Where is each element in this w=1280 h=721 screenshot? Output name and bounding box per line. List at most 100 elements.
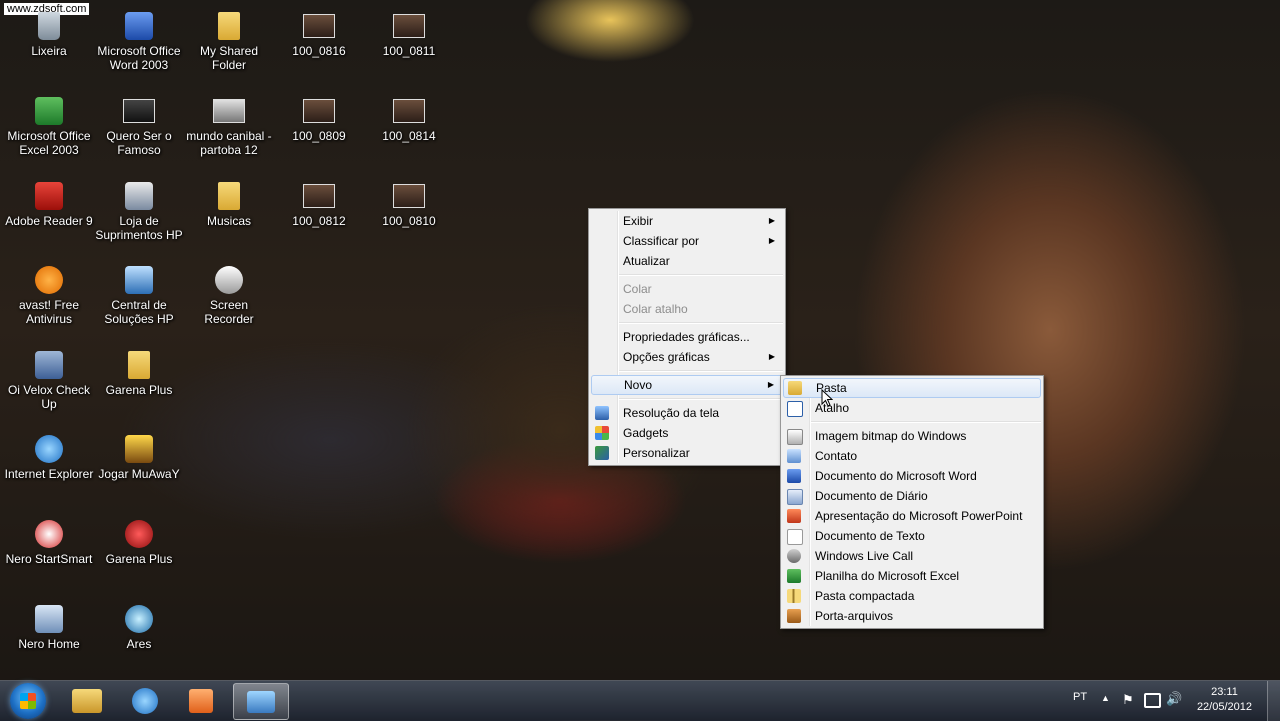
menu-item-contato[interactable]: Contato <box>783 446 1041 466</box>
photo-thumbnail-icon <box>393 95 425 127</box>
taskbar-ie-button[interactable] <box>118 683 172 718</box>
menu-item-resolucao-tela[interactable]: Resolução da tela <box>591 403 783 423</box>
clock-time: 23:11 <box>1211 686 1238 698</box>
desktop-icon-label: 100_0816 <box>292 44 346 58</box>
desktop-icon-label: 100_0814 <box>382 129 436 143</box>
menu-item-apresentacao-powerpoint[interactable]: Apresentação do Microsoft PowerPoint <box>783 506 1041 526</box>
taskbar-active-app-button[interactable] <box>233 683 289 720</box>
desktop-icon-label: Oi Velox Check Up <box>7 383 91 411</box>
explorer-icon <box>72 688 102 713</box>
menu-item-novo[interactable]: Novo ▶ <box>591 375 783 395</box>
desktop-icon-label: Adobe Reader 9 <box>5 214 93 228</box>
desktop-icon-label: 100_0809 <box>292 129 346 143</box>
menu-item-opcoes-graficas[interactable]: Opções gráficas ▶ <box>591 347 783 367</box>
desktop-icon-excel[interactable]: Microsoft Office Excel 2003 <box>4 95 94 157</box>
screen-recorder-icon <box>213 264 245 296</box>
desktop-icon-avast[interactable]: avast! Free Antivirus <box>4 264 94 326</box>
desktop-icon-garena-plus[interactable]: Garena Plus <box>94 518 184 566</box>
desktop-icon-screen-recorder[interactable]: Screen Recorder <box>184 264 274 326</box>
language-indicator[interactable]: PT <box>1073 691 1087 703</box>
submenu-arrow-icon: ▶ <box>768 236 775 245</box>
word-doc-icon <box>787 469 801 483</box>
desktop-icon-100-0810[interactable]: 100_0810 <box>364 180 454 228</box>
desktop-icon-lixeira[interactable]: Lixeira <box>4 10 94 58</box>
menu-item-porta-arquivos[interactable]: Porta-arquivos <box>783 606 1041 626</box>
desktop-icon-muaway[interactable]: Jogar MuAwaY <box>94 433 184 481</box>
desktop-icon-oi-velox[interactable]: Oi Velox Check Up <box>4 349 94 411</box>
taskbar-explorer-button[interactable] <box>60 683 114 718</box>
desktop-icon-nero-startsmart[interactable]: Nero StartSmart <box>4 518 94 566</box>
desktop-icon-label: 100_0810 <box>382 214 436 228</box>
menu-item-documento-word[interactable]: Documento do Microsoft Word <box>783 466 1041 486</box>
action-center-flag-icon[interactable]: ⚑ <box>1122 692 1134 708</box>
show-desktop-button[interactable] <box>1267 681 1280 721</box>
menu-item-gadgets[interactable]: Gadgets <box>591 423 783 443</box>
desktop-icon-label: Internet Explorer <box>4 467 94 481</box>
live-call-icon <box>787 549 801 563</box>
internet-explorer-icon <box>33 433 65 465</box>
menu-separator <box>619 322 783 324</box>
menu-item-documento-texto[interactable]: Documento de Texto <box>783 526 1041 546</box>
submenu-arrow-icon: ▶ <box>767 380 774 389</box>
start-button[interactable] <box>10 683 46 719</box>
desktop-icon-label: 100_0812 <box>292 214 346 228</box>
ares-icon <box>123 603 155 635</box>
avast-icon <box>33 264 65 296</box>
photo-thumbnail-icon <box>303 10 335 42</box>
menu-item-exibir[interactable]: Exibir ▶ <box>591 211 783 231</box>
desktop-icon-nero-home[interactable]: Nero Home <box>4 603 94 651</box>
menu-item-propriedades-graficas[interactable]: Propriedades gráficas... <box>591 327 783 347</box>
desktop-icon-my-shared-folder[interactable]: My Shared Folder <box>184 10 274 72</box>
menu-item-atualizar[interactable]: Atualizar <box>591 251 783 271</box>
new-submenu: Pasta Atalho Imagem bitmap do Windows Co… <box>780 375 1044 629</box>
desktop-icon-100-0811[interactable]: 100_0811 <box>364 10 454 58</box>
desktop-icon-label: Loja de Suprimentos HP <box>95 214 183 242</box>
desktop-icon-100-0816[interactable]: 100_0816 <box>274 10 364 58</box>
personalize-icon <box>595 446 609 460</box>
volume-icon[interactable]: 🔊 <box>1166 691 1182 707</box>
photo-thumbnail-icon <box>303 95 335 127</box>
desktop-icon-label: Musicas <box>206 214 251 228</box>
desktop-icon-label: avast! Free Antivirus <box>18 298 80 326</box>
desktop-context-menu: Exibir ▶ Classificar por ▶ Atualizar Colar… <box>588 208 786 466</box>
desktop-icon-quero-ser-famoso[interactable]: Quero Ser o Famoso <box>94 95 184 157</box>
desktop-icon-100-0809[interactable]: 100_0809 <box>274 95 364 143</box>
menu-item-windows-live-call[interactable]: Windows Live Call <box>783 546 1041 566</box>
menu-separator <box>619 274 783 276</box>
desktop-icon-adobe-reader[interactable]: Adobe Reader 9 <box>4 180 94 228</box>
photo-thumbnail-icon <box>393 10 425 42</box>
desktop-icon-garena-folder[interactable]: Garena Plus <box>94 349 184 397</box>
desktop-icon-mundo-canibal[interactable]: mundo canibal - partoba 12 <box>184 95 274 157</box>
desktop-icon-internet-explorer[interactable]: Internet Explorer <box>4 433 94 481</box>
desktop-icon-label: Microsoft Office Word 2003 <box>97 44 181 72</box>
clock-date: 22/05/2012 <box>1196 701 1252 713</box>
desktop-icon-100-0812[interactable]: 100_0812 <box>274 180 364 228</box>
internet-explorer-icon <box>132 687 158 714</box>
desktop-icon-musicas[interactable]: Musicas <box>184 180 274 228</box>
show-hidden-icons-icon[interactable]: ▲ <box>1101 693 1110 703</box>
folder-icon <box>213 180 245 212</box>
network-icon[interactable] <box>1144 693 1161 708</box>
desktop-icon-word[interactable]: Microsoft Office Word 2003 <box>94 10 184 72</box>
menu-item-pasta-compactada[interactable]: Pasta compactada <box>783 586 1041 606</box>
folder-icon <box>788 381 802 395</box>
desktop-icon-100-0814[interactable]: 100_0814 <box>364 95 454 143</box>
menu-item-classificar-por[interactable]: Classificar por ▶ <box>591 231 783 251</box>
menu-item-planilha-excel[interactable]: Planilha do Microsoft Excel <box>783 566 1041 586</box>
menu-item-colar-atalho: Colar atalho <box>623 302 688 316</box>
menu-item-documento-diario[interactable]: Documento de Diário <box>783 486 1041 506</box>
taskbar-media-player-button[interactable] <box>174 683 228 718</box>
nero-home-icon <box>33 603 65 635</box>
desktop-icon-hp-store[interactable]: Loja de Suprimentos HP <box>94 180 184 242</box>
menu-item-imagem-bitmap[interactable]: Imagem bitmap do Windows <box>783 426 1041 446</box>
menu-separator <box>619 370 783 372</box>
desktop-icon-label: 100_0811 <box>382 44 436 58</box>
desktop-icon-label: Quero Ser o Famoso <box>106 129 172 157</box>
clock[interactable]: 23:11 22/05/2012 <box>1197 685 1252 715</box>
word-icon <box>123 10 155 42</box>
menu-item-personalizar[interactable]: Personalizar <box>591 443 783 463</box>
desktop-icon-hp-solution-center[interactable]: Central de Soluções HP <box>94 264 184 326</box>
desktop-icon-ares[interactable]: Ares <box>94 603 184 651</box>
nero-icon <box>33 518 65 550</box>
desktop-icon-label: Ares <box>126 637 152 651</box>
